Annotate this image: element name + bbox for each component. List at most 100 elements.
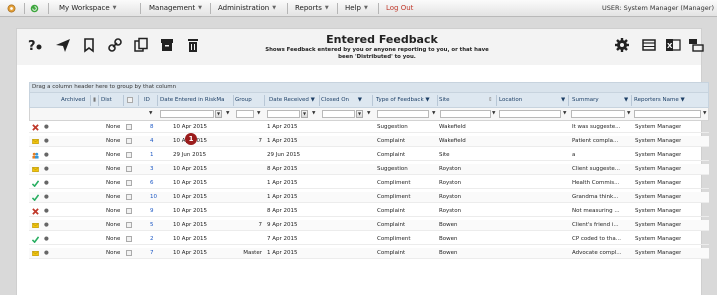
cell-id-link[interactable]: 4 [150, 136, 154, 147]
location-filter-menu-icon[interactable]: ▼ [563, 110, 566, 118]
reporter-filter-input[interactable] [634, 110, 701, 118]
table-row[interactable]: ● None 9 10 Apr 2015 8 Apr 2015 Complaint Roys… [29, 206, 709, 217]
site-filter-input[interactable] [440, 110, 491, 118]
header-group[interactable]: Group [235, 93, 252, 108]
cell-id-link[interactable]: 2 [150, 234, 154, 245]
date-entered-filter-input[interactable] [160, 110, 214, 118]
menu-my-workspace[interactable]: My Workspace ▼ [59, 0, 117, 17]
row-checkbox[interactable] [126, 222, 132, 228]
header-type[interactable]: Type of Feedback ▼ [376, 93, 430, 108]
view-icon[interactable]: ● [44, 178, 49, 189]
table-row[interactable]: ● None 10 10 Apr 2015 1 Apr 2015 Compliment Ro… [29, 192, 709, 203]
row-checkbox[interactable] [126, 208, 132, 214]
settings-icon[interactable] [614, 37, 630, 53]
archive-icon[interactable] [159, 37, 175, 53]
group-filter-input[interactable] [236, 110, 254, 118]
location-filter-input[interactable] [499, 110, 561, 118]
type-filter-menu-icon[interactable]: ▼ [432, 110, 435, 118]
cell-id-link[interactable]: 5 [150, 220, 154, 231]
menu-reports[interactable]: Reports ▼ [295, 0, 329, 17]
cell-id-link[interactable]: 9 [150, 206, 154, 217]
date-entered-filter-menu-icon[interactable]: ▼ [226, 110, 229, 118]
table-row[interactable]: ● None 8 10 Apr 2015 1 Apr 2015 Suggestion Wak… [29, 122, 709, 133]
header-archived[interactable]: Archived [61, 93, 85, 108]
view-icon[interactable]: ● [44, 122, 49, 133]
table-row[interactable]: ● None 6 10 Apr 2015 1 Apr 2015 Compliment Roy… [29, 178, 709, 189]
closed-on-filter-input[interactable] [322, 110, 355, 118]
header-dist[interactable]: Dist [101, 93, 112, 108]
cell-id-link[interactable]: 1 [150, 150, 154, 161]
table-row[interactable]: ● None 5 10 Apr 2015 7 9 Apr 2015 Complaint Bow… [29, 220, 709, 231]
cell-id-link[interactable]: 7 [150, 248, 154, 259]
location-filter-arrow-icon[interactable]: ▼ [561, 93, 565, 108]
cell-dist: None [106, 180, 121, 186]
view-icon[interactable]: ● [44, 220, 49, 231]
row-checkbox[interactable] [126, 194, 132, 200]
id-filter-arrow-icon[interactable]: ▼ [149, 110, 152, 118]
bookmark-icon[interactable] [81, 37, 97, 53]
view-icon[interactable]: ● [44, 136, 49, 147]
group-by-drop-zone[interactable]: Drag a column header here to group by th… [29, 82, 709, 93]
row-checkbox[interactable] [126, 138, 132, 144]
delete-icon[interactable] [185, 37, 201, 53]
row-checkbox[interactable] [126, 124, 132, 130]
cell-date-received: 1 Apr 2015 [267, 138, 298, 144]
summary-filter-menu-icon[interactable]: ▼ [627, 110, 630, 118]
header-date-entered[interactable]: Date Entered in RiskMa [160, 93, 232, 108]
table-row[interactable]: ● None 2 10 Apr 2015 7 Apr 2015 Compliment Bow… [29, 234, 709, 245]
header-summary[interactable]: Summary [572, 93, 599, 108]
home-icon[interactable] [7, 0, 16, 17]
cell-id-link[interactable]: 8 [150, 122, 154, 133]
table-row[interactable]: ● None 3 10 Apr 2015 8 Apr 2015 Suggestion Roy… [29, 164, 709, 175]
link-icon[interactable] [107, 37, 123, 53]
menu-administration[interactable]: Administration ▼ [218, 0, 276, 17]
header-closed-on[interactable]: Closed On ▼ [321, 93, 362, 108]
view-icon[interactable]: ● [44, 206, 49, 217]
date-entered-filter-button[interactable]: ▼ [215, 110, 222, 118]
header-date-received[interactable]: Date Received ▼ [269, 93, 315, 108]
select-all-checkbox[interactable] [127, 97, 133, 103]
table-row[interactable]: ● None 7 10 Apr 2015 Master 1 Apr 2015 Complai… [29, 248, 709, 259]
table-row[interactable]: ● None 1 29 Jun 2015 29 Jun 2015 Complaint Sit… [29, 150, 709, 161]
closed-on-filter-menu-icon[interactable]: ▼ [367, 110, 370, 118]
menu-help[interactable]: Help ▼ [345, 0, 368, 17]
sort-icon[interactable]: ⇕ [488, 93, 493, 108]
grid-view-icon[interactable] [641, 37, 657, 53]
refresh-icon[interactable] [30, 0, 39, 17]
header-reporters-name[interactable]: Reporters Name ▼ [634, 93, 685, 108]
cell-id-link[interactable]: 6 [150, 178, 154, 189]
group-filter-menu-icon[interactable]: ▼ [257, 110, 260, 118]
site-filter-menu-icon[interactable]: ▼ [492, 110, 495, 118]
date-received-filter-input[interactable] [267, 110, 300, 118]
table-row[interactable]: ●None410 Apr 201571 Apr 2015ComplaintWak… [29, 136, 709, 147]
row-checkbox[interactable] [126, 152, 132, 158]
row-checkbox[interactable] [126, 166, 132, 172]
view-icon[interactable]: ● [44, 192, 49, 203]
logout-link[interactable]: Log Out [386, 0, 413, 17]
header-site[interactable]: Site [439, 93, 450, 108]
reporter-filter-menu-icon[interactable]: ▼ [703, 110, 706, 118]
summary-filter-input[interactable] [571, 110, 625, 118]
row-checkbox[interactable] [126, 236, 132, 242]
export-excel-icon[interactable]: X [665, 37, 681, 53]
type-filter-input[interactable] [377, 110, 429, 118]
header-location[interactable]: Location [499, 93, 522, 108]
copy-icon[interactable] [133, 37, 149, 53]
cell-id-link[interactable]: 3 [150, 164, 154, 175]
help-icon[interactable]: ? [27, 37, 43, 53]
view-icon[interactable]: ● [44, 248, 49, 259]
layout-icon[interactable] [688, 37, 704, 53]
view-icon[interactable]: ● [44, 164, 49, 175]
header-id[interactable]: ID [144, 93, 150, 108]
view-icon[interactable]: ● [44, 150, 49, 161]
view-icon[interactable]: ● [44, 234, 49, 245]
closed-on-filter-button[interactable]: ▼ [356, 110, 363, 118]
row-checkbox[interactable] [126, 180, 132, 186]
date-received-filter-menu-icon[interactable]: ▼ [312, 110, 315, 118]
date-received-filter-button[interactable]: ▼ [301, 110, 308, 118]
send-icon[interactable] [55, 37, 71, 53]
cell-id-link[interactable]: 10 [150, 192, 157, 203]
menu-management[interactable]: Management ▼ [149, 0, 202, 17]
summary-filter-arrow-icon[interactable]: ▼ [624, 93, 628, 108]
row-checkbox[interactable] [126, 250, 132, 256]
